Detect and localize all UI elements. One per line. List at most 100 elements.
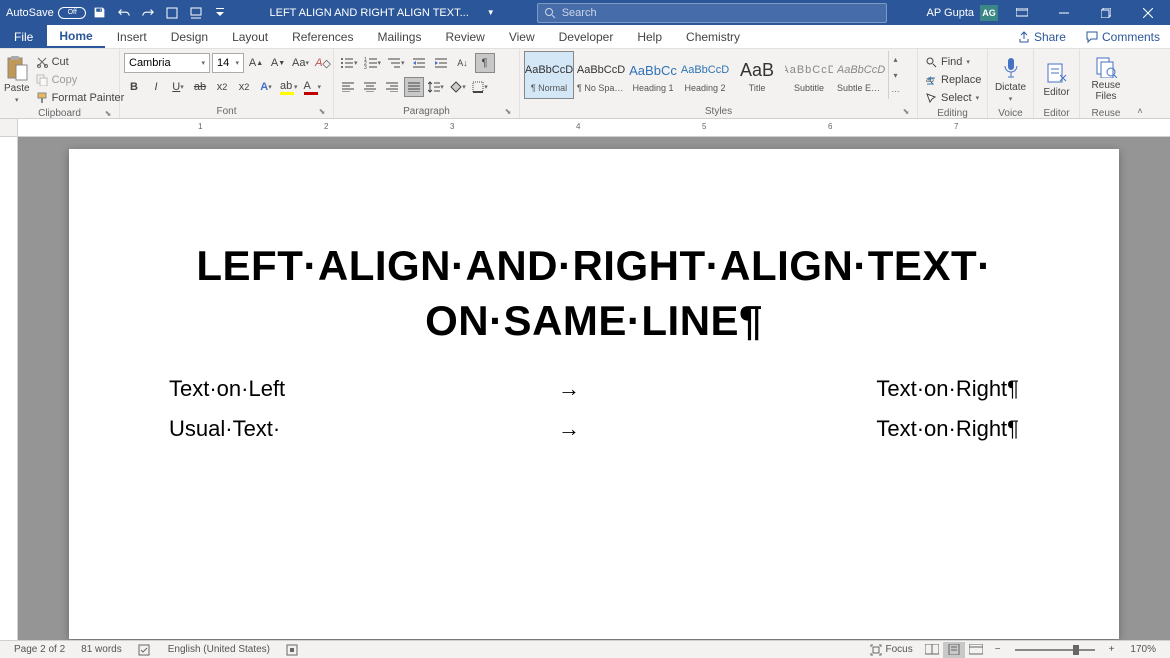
zoom-out-button[interactable]: −	[987, 644, 1009, 655]
copy-button[interactable]: Copy	[32, 71, 129, 89]
numbering-button[interactable]: 123▾	[362, 53, 384, 73]
user-name[interactable]: AP Gupta	[927, 7, 975, 19]
undo-icon[interactable]	[114, 3, 134, 23]
style-no-spacing[interactable]: AaBbCcD¶ No Spac...	[576, 51, 626, 99]
style-title[interactable]: AaBTitle	[732, 51, 782, 99]
clipboard-dialog-launcher[interactable]: ⬊	[103, 109, 113, 119]
tab-home[interactable]: Home	[47, 25, 104, 48]
tab-chemistry[interactable]: Chemistry	[674, 25, 752, 48]
text-effects-button[interactable]: A▾	[256, 77, 276, 97]
style-heading1[interactable]: AaBbCcHeading 1	[628, 51, 678, 99]
tab-layout[interactable]: Layout	[220, 25, 280, 48]
increase-indent-button[interactable]	[431, 53, 451, 73]
zoom-level[interactable]: 170%	[1122, 644, 1164, 655]
sort-button[interactable]: A↓	[453, 53, 473, 73]
align-right-button[interactable]	[382, 77, 402, 97]
tab-developer[interactable]: Developer	[547, 25, 626, 48]
shrink-font-button[interactable]: A▼	[268, 53, 288, 73]
close-button[interactable]	[1130, 0, 1166, 25]
vertical-ruler[interactable]	[0, 137, 18, 640]
bullets-button[interactable]: ▾	[338, 53, 360, 73]
tab-review[interactable]: Review	[433, 25, 496, 48]
body-line[interactable]: Usual·Text· → Text·on·Right¶	[169, 416, 1019, 442]
restore-button[interactable]	[1088, 0, 1124, 25]
borders-button[interactable]: ▾	[470, 77, 490, 97]
styles-scroll-up[interactable]: ▴	[889, 51, 902, 67]
title-dropdown-icon[interactable]: ▼	[487, 8, 495, 17]
save-icon[interactable]	[90, 3, 110, 23]
strikethrough-button[interactable]: ab	[190, 77, 210, 97]
style-normal[interactable]: AaBbCcD¶ Normal	[524, 51, 574, 99]
comments-button[interactable]: Comments	[1076, 25, 1170, 48]
print-layout-button[interactable]	[943, 642, 965, 658]
format-painter-button[interactable]: Format Painter	[32, 89, 129, 107]
style-subtitle[interactable]: AaBbCcDSubtitle	[784, 51, 834, 99]
line-spacing-button[interactable]: ▾	[426, 77, 446, 97]
zoom-thumb[interactable]	[1073, 645, 1079, 655]
grow-font-button[interactable]: A▲	[246, 53, 266, 73]
collapse-ribbon-button[interactable]: ˄	[1132, 49, 1148, 118]
justify-button[interactable]	[404, 77, 424, 97]
superscript-button[interactable]: x2	[234, 77, 254, 97]
clear-formatting-button[interactable]: A◇	[313, 53, 333, 73]
styles-expand[interactable]: ⋯	[889, 83, 902, 99]
tab-insert[interactable]: Insert	[105, 25, 159, 48]
change-case-button[interactable]: Aa▾	[290, 53, 311, 73]
document-heading-line2[interactable]: ON·SAME·LINE¶	[169, 294, 1019, 349]
read-mode-button[interactable]	[921, 642, 943, 658]
show-marks-button[interactable]: ¶	[475, 53, 495, 73]
body-line[interactable]: Text·on·Left → Text·on·Right¶	[169, 376, 1019, 402]
subscript-button[interactable]: x2	[212, 77, 232, 97]
word-count[interactable]: 81 words	[73, 644, 130, 655]
align-left-button[interactable]	[338, 77, 358, 97]
share-button[interactable]: Share	[1008, 25, 1076, 48]
bold-button[interactable]: B	[124, 77, 144, 97]
decrease-indent-button[interactable]	[409, 53, 429, 73]
tab-help[interactable]: Help	[625, 25, 674, 48]
tab-mailings[interactable]: Mailings	[365, 25, 433, 48]
font-color-button[interactable]: A▾	[302, 77, 324, 97]
spellcheck-indicator[interactable]	[130, 644, 160, 656]
styles-dialog-launcher[interactable]: ⬊	[901, 107, 911, 117]
file-tab[interactable]: File	[0, 25, 47, 48]
find-button[interactable]: Find▾	[922, 53, 974, 71]
styles-scroll-down[interactable]: ▾	[889, 67, 902, 83]
dictate-button[interactable]: Dictate▾	[992, 51, 1029, 107]
page-indicator[interactable]: Page 2 of 2	[6, 644, 73, 655]
reuse-files-button[interactable]: Reuse Files	[1084, 51, 1128, 107]
tab-design[interactable]: Design	[159, 25, 220, 48]
style-subtle-emphasis[interactable]: AaBbCcDSubtle Em...	[836, 51, 886, 99]
document-heading-line1[interactable]: LEFT·ALIGN·AND·RIGHT·ALIGN·TEXT·	[169, 239, 1019, 294]
redo-icon[interactable]	[138, 3, 158, 23]
horizontal-ruler[interactable]: 1 2 3 4 5 6 7	[18, 119, 1170, 137]
multilevel-list-button[interactable]: ▾	[385, 53, 407, 73]
font-name-combo[interactable]: Cambria▾	[124, 53, 210, 73]
qat-icon-2[interactable]	[186, 3, 206, 23]
web-layout-button[interactable]	[965, 642, 987, 658]
editor-button[interactable]: Editor	[1038, 51, 1075, 107]
focus-mode-button[interactable]: Focus	[862, 644, 921, 656]
align-center-button[interactable]	[360, 77, 380, 97]
search-input[interactable]: Search	[537, 3, 887, 23]
underline-button[interactable]: U▾	[168, 77, 188, 97]
style-heading2[interactable]: AaBbCcDHeading 2	[680, 51, 730, 99]
minimize-button[interactable]	[1046, 0, 1082, 25]
macro-indicator[interactable]	[278, 644, 306, 656]
language-indicator[interactable]: English (United States)	[160, 644, 278, 655]
paste-button[interactable]: Paste ▾	[4, 51, 30, 107]
italic-button[interactable]: I	[146, 77, 166, 97]
customize-qat-icon[interactable]	[210, 3, 230, 23]
autosave-toggle[interactable]: AutoSave Off	[6, 7, 86, 19]
paragraph-dialog-launcher[interactable]: ⬊	[503, 107, 513, 117]
font-size-combo[interactable]: 14▾	[212, 53, 244, 73]
shading-button[interactable]: ▾	[448, 77, 468, 97]
highlight-button[interactable]: ab▾	[278, 77, 300, 97]
cut-button[interactable]: Cut	[32, 53, 129, 71]
font-dialog-launcher[interactable]: ⬊	[317, 107, 327, 117]
qat-icon-1[interactable]	[162, 3, 182, 23]
select-button[interactable]: Select▾	[922, 89, 983, 107]
page[interactable]: LEFT·ALIGN·AND·RIGHT·ALIGN·TEXT· ON·SAME…	[69, 149, 1119, 639]
tab-view[interactable]: View	[497, 25, 547, 48]
replace-button[interactable]: abReplace	[922, 71, 985, 89]
zoom-in-button[interactable]: +	[1101, 644, 1123, 655]
